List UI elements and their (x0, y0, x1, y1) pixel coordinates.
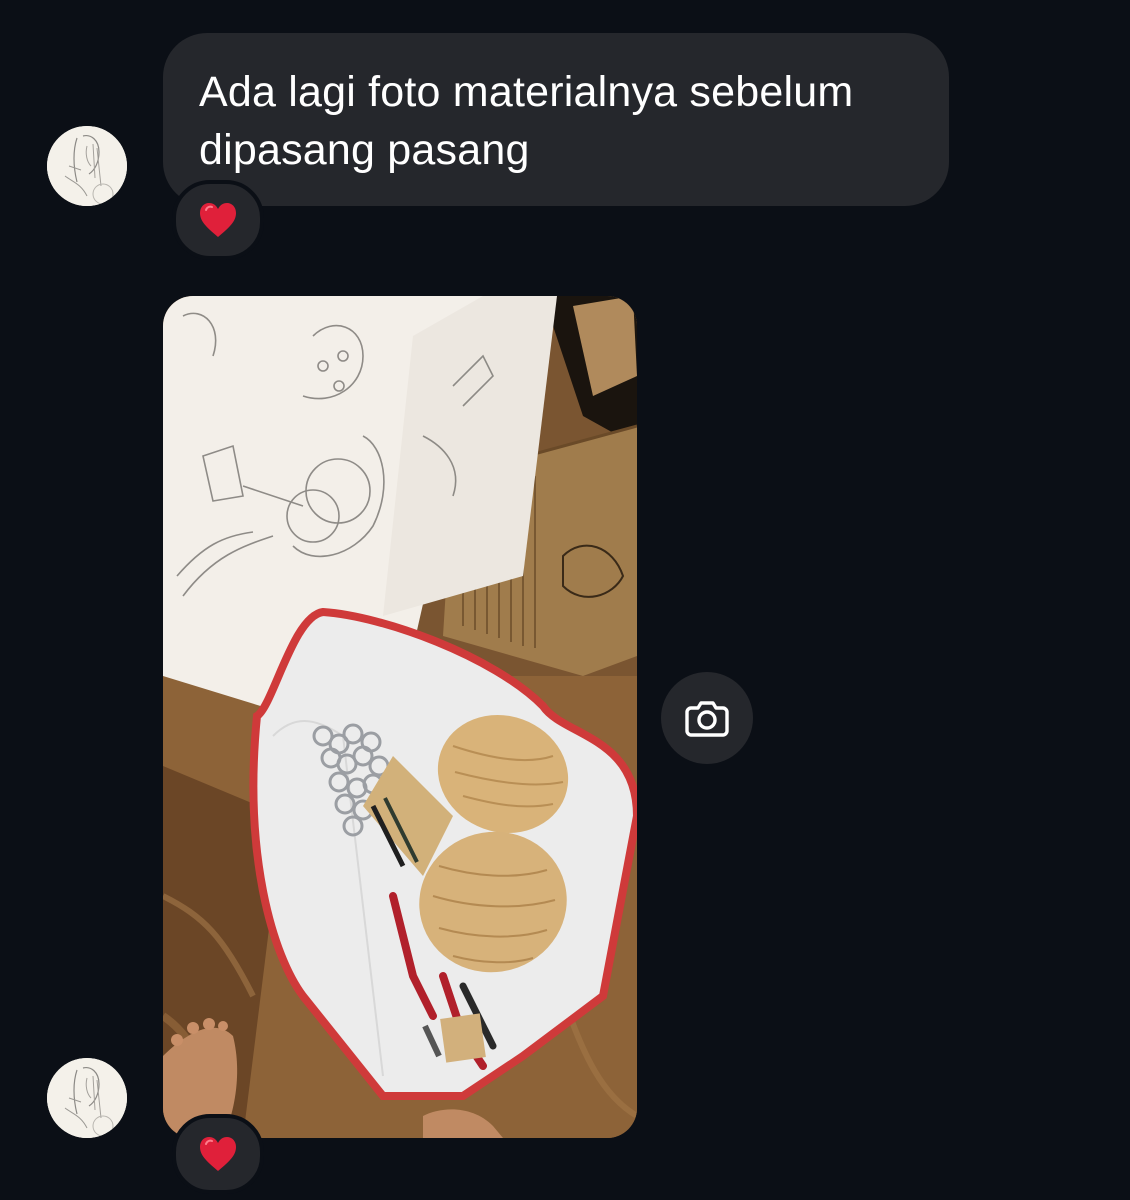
photo-image (163, 296, 637, 1138)
chat-thread: Ada lagi foto materialnya sebelum dipasa… (0, 0, 1130, 1200)
sketch-avatar-icon (47, 126, 127, 206)
camera-button[interactable] (661, 672, 753, 764)
message-reaction[interactable] (172, 180, 264, 260)
sender-avatar[interactable] (47, 126, 127, 206)
message-bubble-text[interactable]: Ada lagi foto materialnya sebelum dipasa… (163, 33, 949, 206)
sketch-avatar-icon (47, 1058, 127, 1138)
photo-message[interactable] (163, 296, 637, 1138)
sender-avatar[interactable] (47, 1058, 127, 1138)
red-heart-icon (200, 1137, 236, 1171)
red-heart-icon (200, 203, 236, 237)
message-reaction[interactable] (172, 1114, 264, 1194)
camera-icon (685, 701, 729, 737)
message-text: Ada lagi foto materialnya sebelum dipasa… (199, 68, 854, 174)
